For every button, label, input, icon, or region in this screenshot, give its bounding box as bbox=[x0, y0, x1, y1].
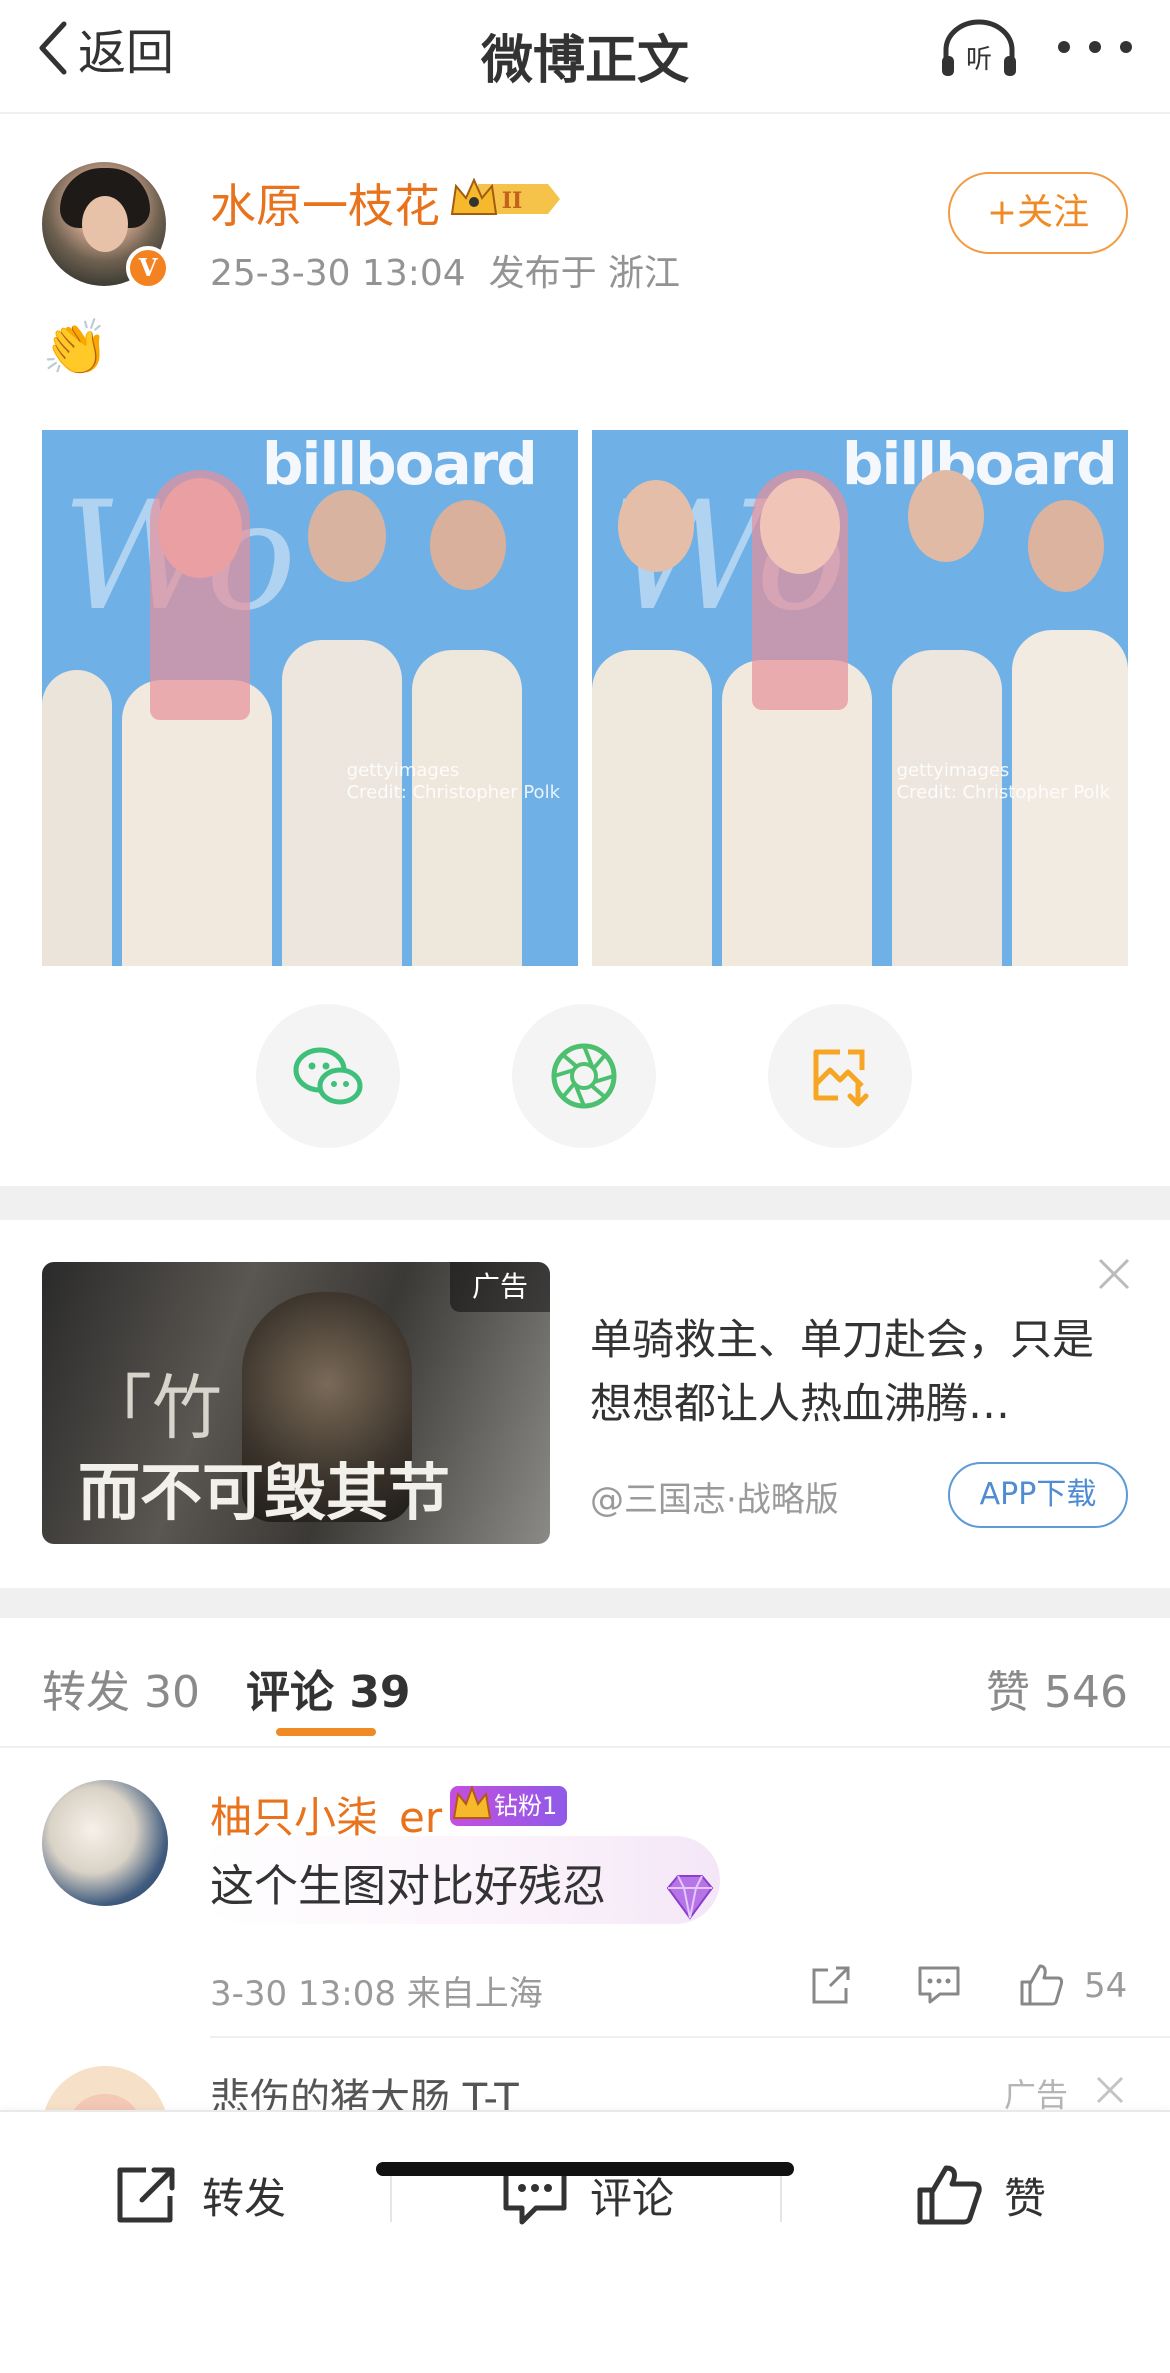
fan-badge-label: 钻粉1 bbox=[494, 1792, 558, 1820]
app-download-button[interactable]: APP下载 bbox=[948, 1462, 1128, 1528]
listen-headphones-icon[interactable]: 听 bbox=[938, 18, 1020, 78]
share-wechat-button[interactable] bbox=[256, 1004, 400, 1148]
top-nav-bar: 返回 微博正文 听 bbox=[0, 0, 1170, 114]
getty-credit-line: gettyimages bbox=[346, 760, 460, 781]
moments-icon bbox=[551, 1043, 617, 1109]
figure-head-shape bbox=[618, 480, 694, 572]
post-content: 👏 bbox=[42, 316, 110, 379]
member-level-label: II bbox=[502, 188, 523, 214]
getty-credit-line: gettyimages bbox=[896, 760, 1010, 781]
ad-tag: 广告 bbox=[450, 1262, 550, 1312]
figure-head-shape bbox=[430, 500, 506, 590]
like-thumb-icon[interactable] bbox=[1016, 1962, 1066, 2008]
ad-image-text: 而不可毁其节 bbox=[78, 1456, 451, 1529]
diamond-gem-icon bbox=[666, 1875, 714, 1920]
post-location: 发布于 浙江 bbox=[488, 253, 681, 294]
like-thumb-icon bbox=[917, 2165, 982, 2225]
fan-badge: 钻粉1 bbox=[450, 1785, 568, 1826]
pink-hair-shape bbox=[150, 470, 250, 720]
post-meta: 25-3-30 13:04 发布于 浙江 bbox=[210, 244, 680, 296]
billboard-watermark: billboard bbox=[842, 430, 1118, 498]
tab-likes[interactable]: 赞 546 bbox=[986, 1656, 1128, 1720]
ad-text[interactable]: 单骑救主、单刀赴会，只是想想都让人热血沸腾… bbox=[590, 1308, 1110, 1436]
post-image-2[interactable]: billboard Wo gettyimages Credit: Christo… bbox=[592, 430, 1128, 966]
figure-head-shape bbox=[760, 478, 840, 574]
active-tab-indicator bbox=[276, 1728, 376, 1736]
figure-shape bbox=[592, 650, 712, 966]
getty-credit-line: Credit: Christopher Polk bbox=[896, 782, 1110, 803]
tab-comments[interactable]: 评论 39 bbox=[246, 1656, 411, 1720]
figure-head-shape bbox=[908, 470, 984, 562]
figure-head-shape bbox=[1028, 500, 1104, 592]
like-label: 赞 bbox=[1004, 2173, 1047, 2223]
comment-divider bbox=[210, 2036, 1170, 2038]
more-options-button[interactable] bbox=[1058, 22, 1132, 72]
bottom-action-bar: 转发 评论 赞 bbox=[0, 2110, 1170, 2373]
more-dot-icon bbox=[1120, 41, 1132, 53]
save-image-icon bbox=[813, 1049, 869, 1107]
ad-image[interactable]: 「竹 而不可毁其节 广告 bbox=[42, 1262, 550, 1544]
comment-meta: 3-30 13:08 来自上海 bbox=[210, 1974, 543, 2014]
figure-shape bbox=[42, 670, 112, 966]
billboard-watermark: billboard bbox=[262, 430, 538, 498]
getty-credit: gettyimages Credit: Christopher Polk bbox=[347, 760, 560, 804]
comment-text: 这个生图对比好残忍 bbox=[210, 1861, 606, 1912]
tab-divider bbox=[0, 1746, 1170, 1748]
close-icon[interactable] bbox=[1096, 1256, 1132, 1292]
tab-repost[interactable]: 转发 30 bbox=[42, 1656, 200, 1720]
reply-comment-icon[interactable] bbox=[914, 1962, 964, 2008]
member-crown-level-icon: II bbox=[450, 177, 560, 215]
home-indicator[interactable] bbox=[376, 2162, 794, 2176]
ad-source[interactable]: @三国志·战略版 bbox=[590, 1472, 839, 1521]
follow-button[interactable]: +关注 bbox=[948, 172, 1128, 254]
repost-button[interactable]: 转发 bbox=[112, 2158, 286, 2232]
ad-image-text: 「竹 bbox=[82, 1367, 222, 1449]
more-dot-icon bbox=[1089, 41, 1101, 53]
repost-label: 转发 bbox=[202, 2173, 287, 2223]
getty-credit-line: Credit: Christopher Polk bbox=[346, 782, 560, 803]
section-divider bbox=[0, 1186, 1170, 1220]
wechat-icon bbox=[293, 1047, 363, 1105]
avatar-face-shape bbox=[82, 196, 128, 252]
post-time: 25-3-30 13:04 bbox=[210, 253, 466, 294]
post-image-1[interactable]: billboard Wo gettyimages Credit: Christo… bbox=[42, 430, 578, 966]
repost-icon bbox=[117, 2167, 175, 2223]
crown-icon bbox=[452, 1785, 492, 1819]
save-image-button[interactable] bbox=[768, 1004, 912, 1148]
comment-like-count: 54 bbox=[1084, 1966, 1128, 2006]
verified-badge-icon: V bbox=[126, 246, 170, 290]
section-divider bbox=[0, 1588, 1170, 1618]
getty-credit: gettyimages Credit: Christopher Polk bbox=[897, 760, 1110, 804]
figure-head-shape bbox=[308, 490, 386, 582]
comment-avatar[interactable] bbox=[42, 1780, 168, 1906]
repost-icon[interactable] bbox=[806, 1962, 856, 2008]
figure-shape bbox=[412, 650, 522, 966]
close-icon[interactable] bbox=[1094, 2074, 1126, 2106]
figure-shape bbox=[892, 650, 1002, 966]
figure-shape bbox=[122, 680, 272, 966]
more-dot-icon bbox=[1058, 41, 1070, 53]
author-name[interactable]: 水原一枝花 bbox=[210, 170, 440, 236]
listen-label: 听 bbox=[966, 45, 992, 75]
like-button[interactable]: 赞 bbox=[914, 2158, 1046, 2232]
share-moments-button[interactable] bbox=[512, 1004, 656, 1148]
